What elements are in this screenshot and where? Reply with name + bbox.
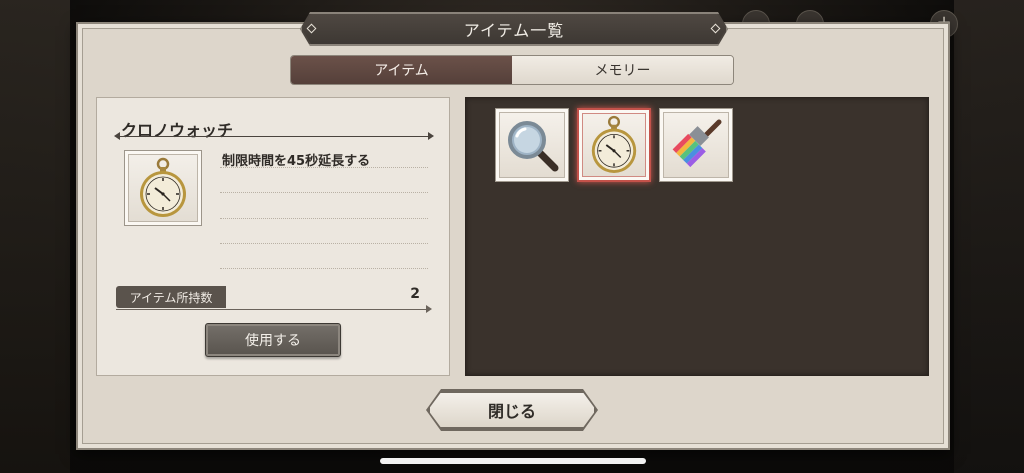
item-thumbnail	[124, 150, 202, 226]
description-rule	[220, 218, 428, 219]
close-button[interactable]: 閉じる	[428, 391, 596, 429]
pocket-watch-icon	[591, 115, 637, 173]
count-underline	[116, 309, 428, 310]
arrow-left-icon	[114, 132, 120, 140]
paint-brush-icon	[672, 119, 722, 168]
background-shelf-right	[954, 0, 1024, 473]
arrow-right-icon	[428, 132, 434, 140]
item-count-label: アイテム所持数	[116, 286, 226, 308]
background-shelf-left	[0, 0, 70, 473]
home-indicator[interactable]	[380, 458, 646, 464]
description-rule	[220, 268, 428, 269]
description-rule	[220, 192, 428, 193]
name-underline	[118, 136, 430, 137]
description-rule	[220, 243, 428, 244]
item-count-value: 2	[410, 286, 420, 302]
arrow-right-icon	[426, 305, 432, 313]
pocket-watch-icon	[140, 157, 186, 217]
tab-memory[interactable]: メモリー	[512, 56, 733, 84]
dialog-title: アイテム一覧	[463, 21, 565, 40]
magnifying-glass-icon	[508, 121, 559, 172]
use-item-button[interactable]: 使用する	[205, 323, 341, 357]
tab-items[interactable]: アイテム	[291, 56, 512, 84]
tab-bar: アイテム メモリー	[290, 55, 734, 85]
inventory-slot-magnifier[interactable]	[495, 108, 569, 182]
title-plate-inner: アイテム一覧	[302, 14, 726, 44]
inventory-slot-paint-brush[interactable]	[659, 108, 733, 182]
item-name: クロノウォッチ	[120, 121, 233, 140]
inventory-slot-pocket-watch[interactable]	[577, 108, 651, 182]
description-rule	[220, 167, 428, 168]
